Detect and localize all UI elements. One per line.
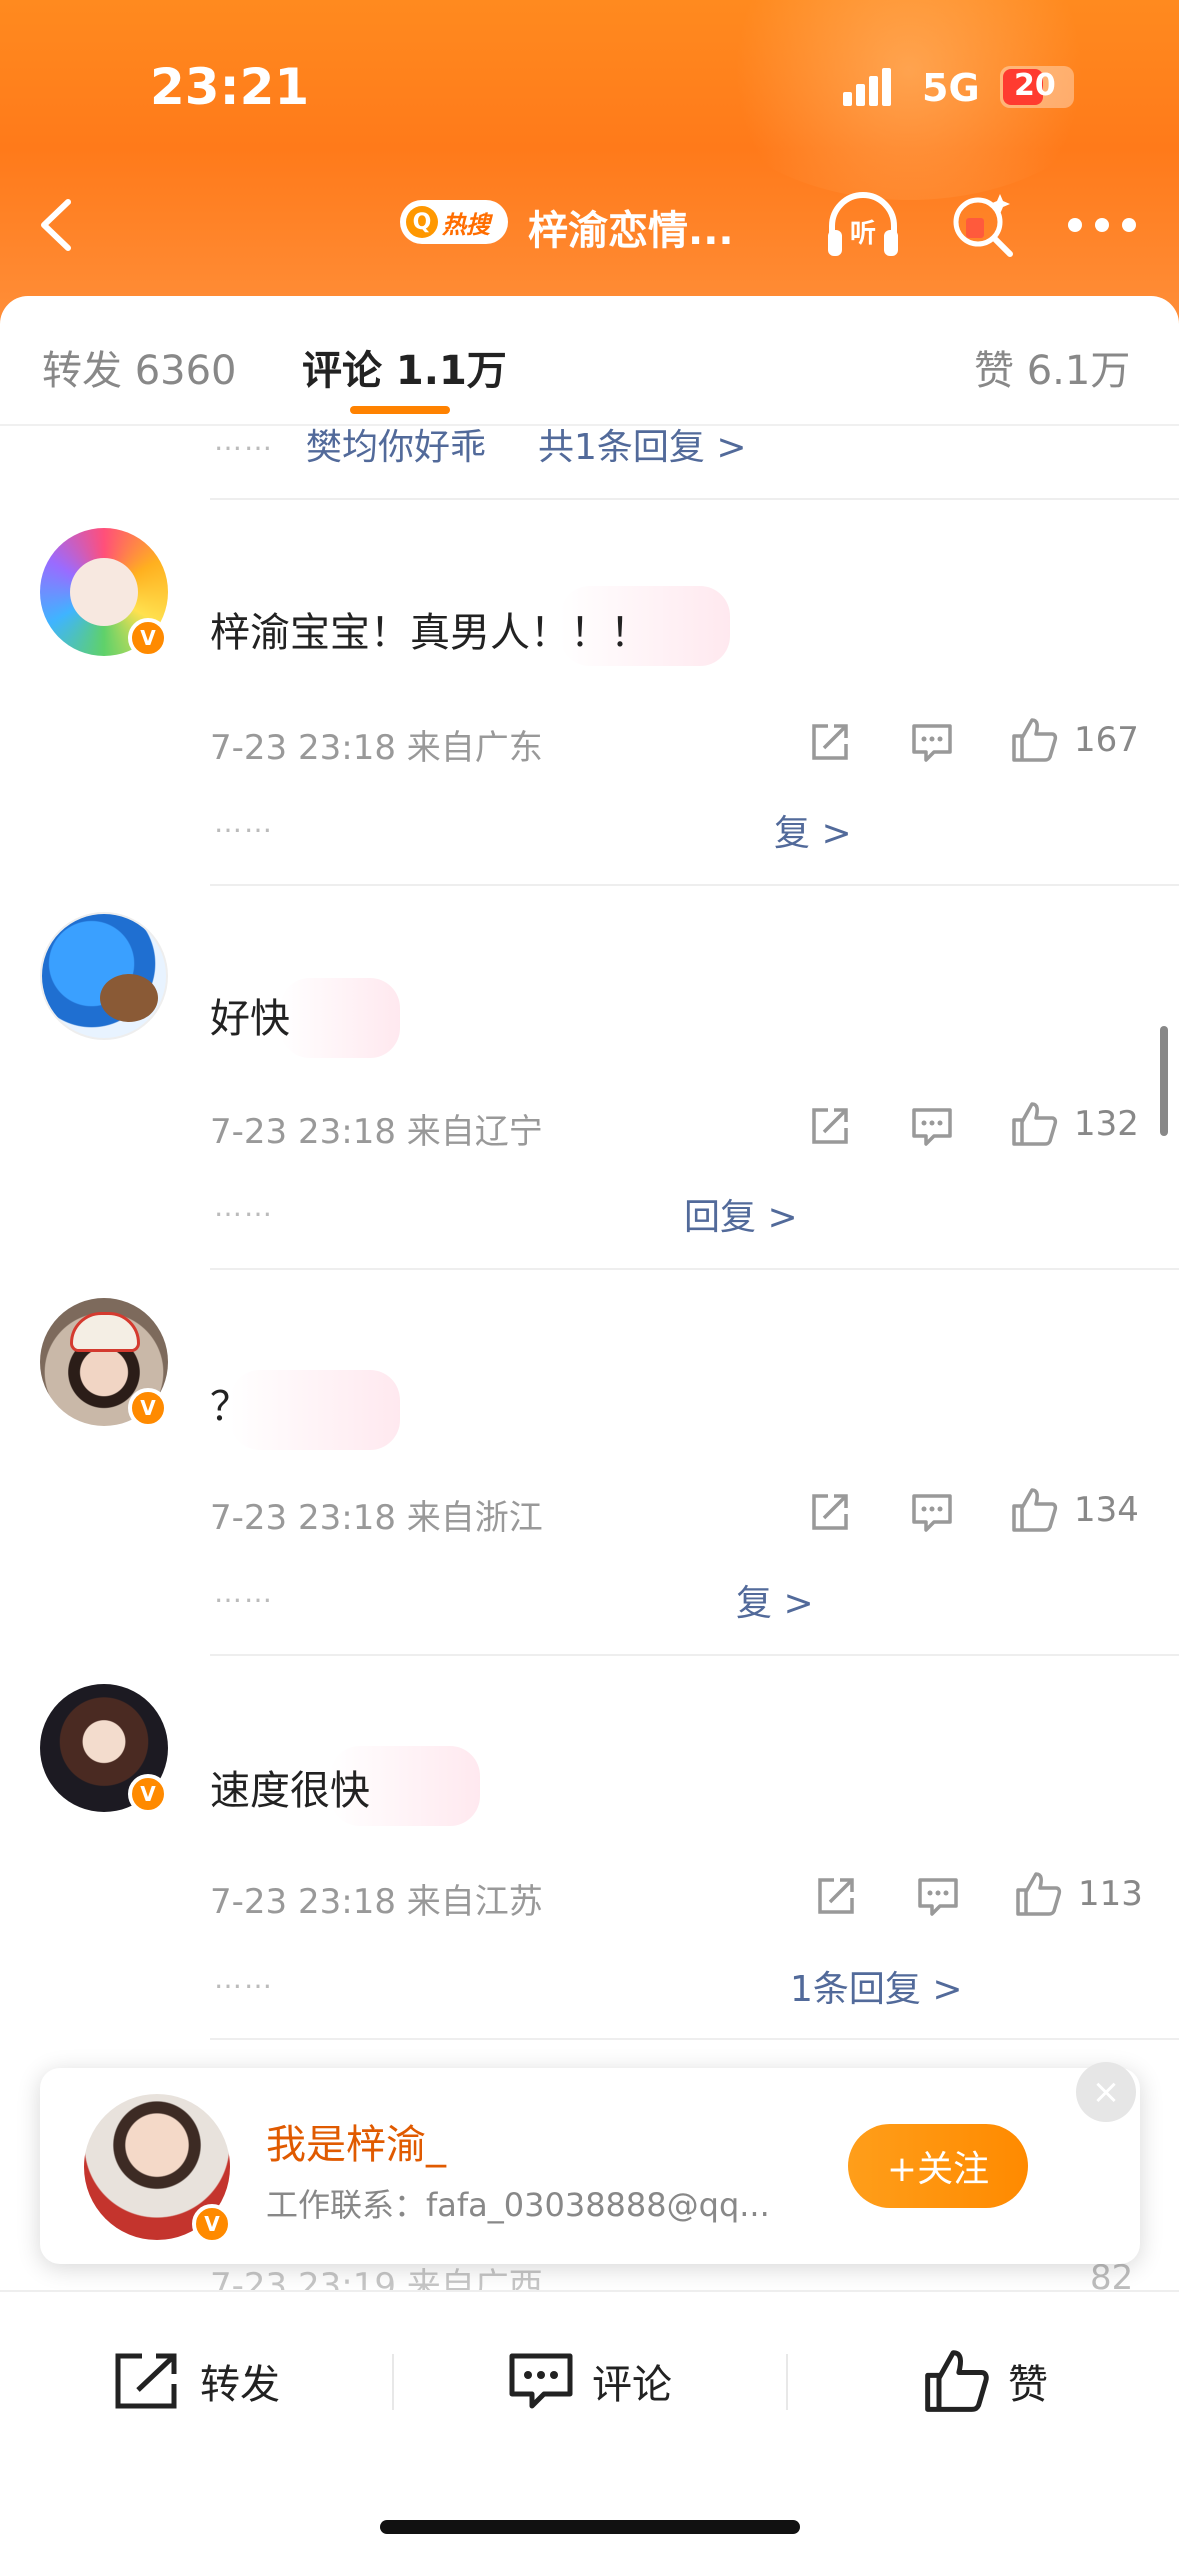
- ai-search-icon[interactable]: [948, 190, 1016, 260]
- comment-sticker: [280, 978, 400, 1058]
- verified-badge-icon: V: [128, 618, 168, 658]
- avatar[interactable]: V: [40, 1298, 168, 1428]
- top-header: 23:21 5G 20 Q 热搜 梓渝恋情... 听: [0, 0, 1179, 330]
- reply-dots: ……: [214, 1190, 274, 1223]
- follow-popup: V 我是梓渝_ 工作联系：fafa_03038888@qq... +关注 ×: [40, 2062, 1140, 2264]
- reply-summary-link[interactable]: 复 >: [774, 804, 852, 856]
- like-count: 134: [1074, 1490, 1139, 1530]
- tab-repost[interactable]: 转发 6360: [42, 338, 237, 396]
- comment-button[interactable]: 评论: [508, 2346, 672, 2416]
- more-icon[interactable]: [1068, 218, 1138, 234]
- author-contact: 工作联系：fafa_03038888@qq...: [266, 2186, 770, 2224]
- hot-search-label: 热搜: [442, 210, 490, 239]
- like-count: 132: [1074, 1104, 1139, 1144]
- like-count: 167: [1074, 720, 1139, 760]
- battery-icon: 20: [1000, 66, 1074, 108]
- avatar-creature: [100, 974, 158, 1022]
- hot-search-badge[interactable]: Q 热搜: [400, 200, 508, 244]
- like-icon: [925, 2350, 989, 2412]
- comment-meta: 7-23 23:18 来自辽宁: [210, 1112, 543, 1152]
- bar-divider: [392, 2354, 394, 2410]
- share-icon[interactable]: [808, 720, 852, 764]
- avatar[interactable]: [40, 912, 168, 1040]
- comment-icon[interactable]: [910, 720, 954, 764]
- comment-icon[interactable]: [916, 1874, 960, 1918]
- share-icon[interactable]: [808, 1104, 852, 1148]
- like-icon[interactable]: [1014, 1870, 1062, 1918]
- home-indicator[interactable]: [380, 2520, 800, 2534]
- like-count: 113: [1078, 1874, 1143, 1914]
- comment-label: 评论: [592, 2362, 672, 2408]
- author-name[interactable]: 我是梓渝_: [266, 2112, 446, 2170]
- reply-dots: ……: [214, 806, 274, 839]
- avatar-face: [70, 558, 138, 626]
- active-tab-indicator: [350, 406, 450, 414]
- reply-summary-link[interactable]: 共1条回复 >: [538, 418, 747, 470]
- reply-preview[interactable]: 樊均你好乖: [306, 418, 486, 470]
- network-label: 5G: [922, 66, 980, 110]
- reply-summary-link[interactable]: 回复 >: [684, 1188, 798, 1240]
- repost-label: 转发: [200, 2362, 280, 2408]
- comment-text: 梓渝宝宝！真男人！！！: [210, 610, 650, 656]
- like-label: 赞: [1008, 2362, 1048, 2408]
- row-divider: [210, 884, 1179, 886]
- battery-level: 20: [1014, 68, 1056, 103]
- status-time: 23:21: [150, 58, 310, 116]
- row-divider: [210, 1654, 1179, 1656]
- comment-text: 好快: [210, 996, 290, 1042]
- wave-avatar: [40, 912, 168, 1040]
- comment-text: ？: [210, 1384, 250, 1430]
- comment-text: 速度很快: [210, 1768, 370, 1814]
- page-title[interactable]: 梓渝恋情...: [528, 198, 734, 256]
- like-icon[interactable]: [1010, 716, 1058, 764]
- back-icon[interactable]: [38, 198, 74, 252]
- signal-icon: [843, 66, 891, 106]
- reply-dots: ……: [214, 1576, 274, 1609]
- avatar[interactable]: V: [40, 528, 168, 658]
- follow-button[interactable]: +关注: [848, 2124, 1028, 2208]
- repost-icon: [115, 2353, 177, 2409]
- avatar[interactable]: V: [40, 1684, 168, 1814]
- bar-divider: [786, 2354, 788, 2410]
- close-icon[interactable]: ×: [1076, 2062, 1136, 2122]
- reply-summary-link[interactable]: 1条回复 >: [790, 1960, 963, 2012]
- comment-meta: 7-23 23:18 来自江苏: [210, 1882, 543, 1922]
- comment-icon[interactable]: [910, 1490, 954, 1534]
- comment-meta: 7-23 23:18 来自广东: [210, 728, 543, 768]
- comment-icon[interactable]: [910, 1104, 954, 1148]
- search-icon: Q: [406, 206, 438, 238]
- reply-summary-link[interactable]: 复 >: [736, 1574, 814, 1626]
- comment-meta: 7-23 23:18 来自浙江: [210, 1498, 543, 1538]
- share-icon[interactable]: [814, 1874, 858, 1918]
- share-icon[interactable]: [808, 1490, 852, 1534]
- row-divider: [210, 2038, 1179, 2040]
- comment-icon: [509, 2353, 573, 2409]
- like-icon[interactable]: [1010, 1100, 1058, 1148]
- reply-dots: ……: [214, 424, 274, 457]
- headphones-icon[interactable]: 听: [822, 190, 904, 262]
- tab-likes[interactable]: 赞 6.1万: [974, 338, 1130, 396]
- bottom-action-bar: 转发 评论 赞: [0, 2290, 1179, 2556]
- tab-bar: 转发 6360 评论 1.1万 赞 6.1万: [0, 296, 1179, 426]
- scrollbar[interactable]: [1160, 1026, 1168, 1136]
- verified-badge-icon: V: [192, 2204, 232, 2244]
- svg-text:听: 听: [850, 219, 876, 249]
- verified-badge-icon: V: [128, 1388, 168, 1428]
- row-divider: [210, 498, 1179, 500]
- like-icon[interactable]: [1010, 1486, 1058, 1534]
- tab-comments[interactable]: 评论 1.1万: [302, 338, 507, 396]
- like-button[interactable]: 赞: [922, 2346, 1048, 2416]
- reply-dots: ……: [214, 1962, 274, 1995]
- row-divider: [210, 1268, 1179, 1270]
- repost-button[interactable]: 转发: [112, 2346, 280, 2416]
- verified-badge-icon: V: [128, 1774, 168, 1814]
- comment-sticker: [230, 1370, 400, 1450]
